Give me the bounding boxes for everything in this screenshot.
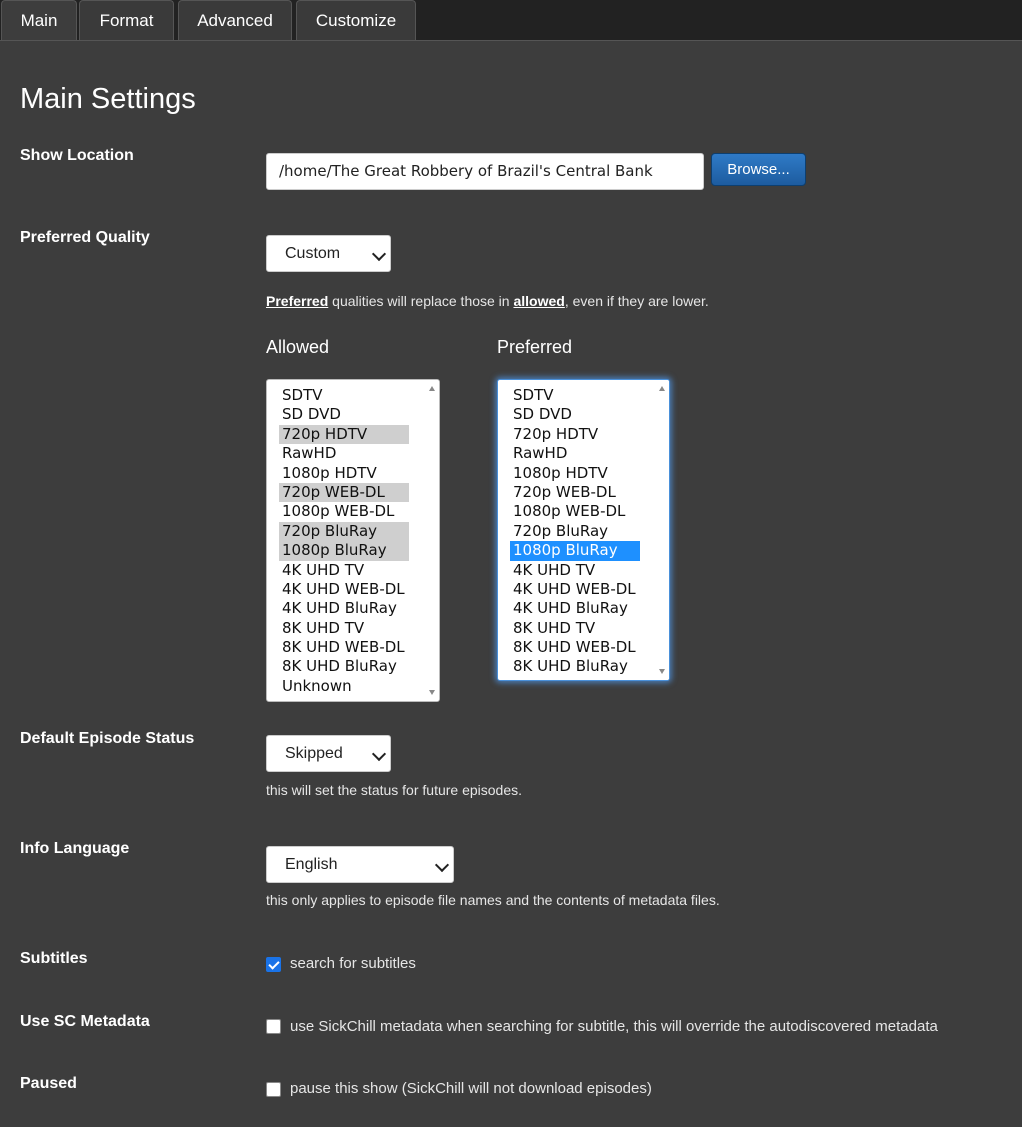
allowed-title: Allowed [266, 337, 330, 357]
chevron-down-icon [371, 746, 387, 762]
info-language-hint: this only applies to episode file names … [266, 892, 720, 908]
list-option[interactable]: SD DVD [279, 405, 409, 424]
list-option[interactable]: 8K UHD WEB-DL [510, 638, 640, 657]
hint-allowed-word: allowed [513, 293, 565, 309]
list-option[interactable]: 4K UHD TV [279, 561, 409, 580]
list-option[interactable]: RawHD [510, 444, 640, 463]
paused-label: Paused [20, 1075, 77, 1092]
settings-panel: Main Settings Show Location /home/The Gr… [0, 40, 1022, 1127]
paused-checkbox[interactable] [266, 1082, 281, 1097]
list-option[interactable]: 1080p HDTV [510, 464, 640, 483]
show-location-label: Show Location [20, 147, 134, 164]
hint-end-text: , even if they are lower. [564, 293, 709, 309]
allowed-options: SDTV SD DVD 720p HDTV RawHD 1080p HDTV 720p W… [267, 380, 439, 696]
episode-status-select[interactable]: Skipped [266, 735, 391, 772]
list-option[interactable]: 8K UHD BluRay [510, 657, 640, 676]
tab-bar: Main Format Advanced Customize [0, 0, 1022, 41]
episode-status-value: Skipped [285, 745, 343, 762]
paused-text: pause this show (SickChill will not down… [290, 1080, 652, 1097]
episode-status-hint: this will set the status for future epis… [266, 782, 523, 798]
list-option[interactable]: 4K UHD WEB-DL [279, 580, 409, 599]
list-option[interactable]: 720p HDTV [279, 424, 409, 445]
scroll-up-icon[interactable] [429, 386, 435, 391]
list-option[interactable]: 8K UHD TV [510, 619, 640, 638]
list-option[interactable]: 4K UHD BluRay [510, 599, 640, 618]
tab-customize[interactable]: Customize [296, 0, 416, 40]
tab-main[interactable]: Main [1, 0, 77, 41]
list-option[interactable]: 720p WEB-DL [510, 483, 640, 502]
info-language-value: English [285, 856, 338, 873]
subtitles-text: search for subtitles [290, 955, 416, 972]
browse-button[interactable]: Browse... [711, 153, 806, 186]
list-option[interactable]: SDTV [279, 386, 409, 405]
quality-hint: Preferred qualities will replace those i… [266, 293, 709, 309]
use-sc-metadata-text: use SickChill metadata when searching fo… [290, 1018, 938, 1035]
use-sc-metadata-label: Use SC Metadata [20, 1013, 150, 1030]
allowed-quality-list[interactable]: SDTV SD DVD 720p HDTV RawHD 1080p HDTV 720p W… [266, 379, 440, 702]
list-option[interactable]: 8K UHD WEB-DL [279, 638, 409, 657]
show-location-input[interactable]: /home/The Great Robbery of Brazil's Cent… [266, 153, 704, 190]
quality-preset-value: Custom [285, 245, 341, 262]
page-title: Main Settings [20, 83, 196, 115]
scroll-down-icon[interactable] [429, 690, 435, 695]
preferred-quality-list[interactable]: SDTV SD DVD 720p HDTV RawHD 1080p HDTV 720p W… [497, 379, 670, 681]
list-option[interactable]: 1080p WEB-DL [279, 502, 409, 521]
scroll-up-icon[interactable] [659, 386, 665, 391]
hint-preferred-word: Preferred [266, 293, 329, 309]
list-option[interactable]: 8K UHD BluRay [279, 657, 409, 676]
list-option[interactable]: 720p WEB-DL [279, 482, 409, 503]
preferred-list-scrollbar[interactable] [655, 380, 669, 680]
info-language-label: Info Language [20, 840, 130, 857]
list-option[interactable]: 4K UHD WEB-DL [510, 580, 640, 599]
chevron-down-icon [371, 246, 387, 262]
info-language-select[interactable]: English [266, 846, 454, 883]
list-option[interactable]: 8K UHD TV [279, 619, 409, 638]
list-option[interactable]: 1080p BluRay [279, 541, 409, 561]
preferred-quality-label: Preferred Quality [20, 229, 150, 246]
list-option[interactable]: 720p BluRay [510, 522, 640, 541]
list-option[interactable]: SDTV [510, 386, 640, 405]
allowed-list-scrollbar[interactable] [425, 380, 439, 701]
default-episode-status-label: Default Episode Status [20, 730, 195, 747]
list-option[interactable]: 720p BluRay [279, 521, 409, 542]
preferred-options: SDTV SD DVD 720p HDTV RawHD 1080p HDTV 720p W… [498, 380, 669, 677]
scroll-down-icon[interactable] [659, 669, 665, 674]
chevron-down-icon [434, 857, 450, 873]
list-option[interactable]: 720p HDTV [510, 425, 640, 444]
tab-advanced[interactable]: Advanced [178, 0, 292, 40]
subtitles-label: Subtitles [20, 950, 88, 967]
list-option[interactable]: SD DVD [510, 405, 640, 424]
preferred-title: Preferred [497, 337, 573, 357]
tab-format[interactable]: Format [79, 0, 174, 40]
subtitles-checkbox[interactable] [266, 957, 281, 972]
list-option[interactable]: 1080p HDTV [279, 464, 409, 483]
list-option[interactable]: 4K UHD BluRay [279, 599, 409, 618]
list-option[interactable]: 1080p WEB-DL [510, 502, 640, 521]
list-option[interactable]: 4K UHD TV [510, 561, 640, 580]
list-option[interactable]: 1080p BluRay [510, 541, 640, 561]
list-option[interactable]: Unknown [279, 677, 409, 696]
use-sc-metadata-checkbox[interactable] [266, 1019, 281, 1034]
hint-mid-text: qualities will replace those in [328, 293, 514, 309]
quality-preset-select[interactable]: Custom [266, 235, 391, 272]
list-option[interactable]: RawHD [279, 444, 409, 463]
